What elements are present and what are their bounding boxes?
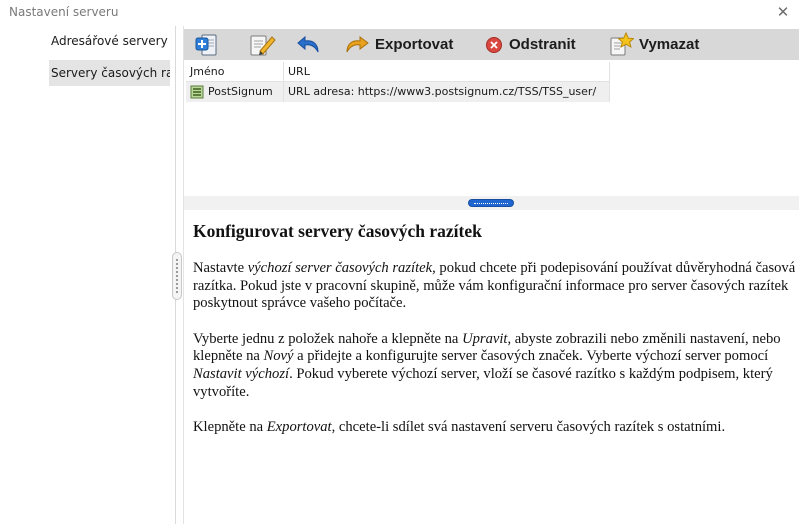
window-titlebar: Nastavení serveru ✕ (0, 0, 799, 26)
server-table: Jméno URL PostSignum URL adresa: https:/… (186, 62, 610, 102)
help-paragraph-2: Vyberte jednu z položek nahoře a klepnět… (193, 330, 781, 400)
window-title: Nastavení serveru (9, 5, 119, 19)
edit-icon (250, 35, 276, 55)
sidebar: Adresářové servery Servery časových razí… (0, 26, 176, 524)
edit-button[interactable] (248, 29, 276, 60)
main-panel: Exportovat Odstranit Vymazat Jméno URL P… (172, 26, 799, 524)
help-title: Konfigurovat servery časových razítek (193, 221, 482, 241)
column-header-name[interactable]: Jméno (186, 62, 284, 81)
remove-label: Odstranit (509, 36, 576, 53)
column-header-url[interactable]: URL (284, 62, 610, 81)
table-header: Jméno URL (186, 62, 610, 82)
remove-button[interactable]: Odstranit (484, 29, 576, 60)
help-paragraph-1: Nastavte výchozí server časových razítek… (193, 260, 796, 312)
help-panel: Konfigurovat servery časových razítek Na… (172, 210, 799, 524)
help-panel-grip[interactable] (172, 252, 182, 300)
undo-button[interactable] (296, 29, 322, 60)
new-server-button[interactable] (194, 29, 220, 60)
clear-icon (610, 31, 634, 55)
add-server-icon (195, 34, 217, 55)
clear-button[interactable]: Vymazat (608, 29, 699, 60)
close-icon[interactable]: ✕ (774, 3, 792, 21)
server-icon (190, 85, 204, 99)
table-cell-url: URL adresa: https://www3.postsignum.cz/T… (284, 82, 610, 102)
export-button[interactable]: Exportovat (344, 29, 453, 60)
undo-icon (297, 35, 319, 52)
export-label: Exportovat (375, 36, 454, 53)
pane-splitter[interactable] (184, 196, 799, 210)
splitter-handle[interactable] (468, 199, 514, 207)
remove-icon (486, 36, 502, 53)
table-cell-name: PostSignum (186, 82, 284, 102)
server-name: PostSignum (208, 85, 273, 98)
table-row[interactable]: PostSignum URL adresa: https://www3.post… (186, 82, 610, 102)
help-text: Konfigurovat servery časových razítek Na… (193, 218, 799, 455)
clear-label: Vymazat (639, 36, 700, 53)
help-paragraph-3: Klepněte na Exportovat, chcete-li sdílet… (193, 419, 726, 436)
toolbar: Exportovat Odstranit Vymazat (184, 29, 799, 60)
export-arrow-icon (346, 35, 369, 52)
sidebar-item-directory-servers[interactable]: Adresářové servery (49, 28, 170, 54)
sidebar-item-timestamp-servers[interactable]: Servery časových razítek (49, 60, 170, 86)
